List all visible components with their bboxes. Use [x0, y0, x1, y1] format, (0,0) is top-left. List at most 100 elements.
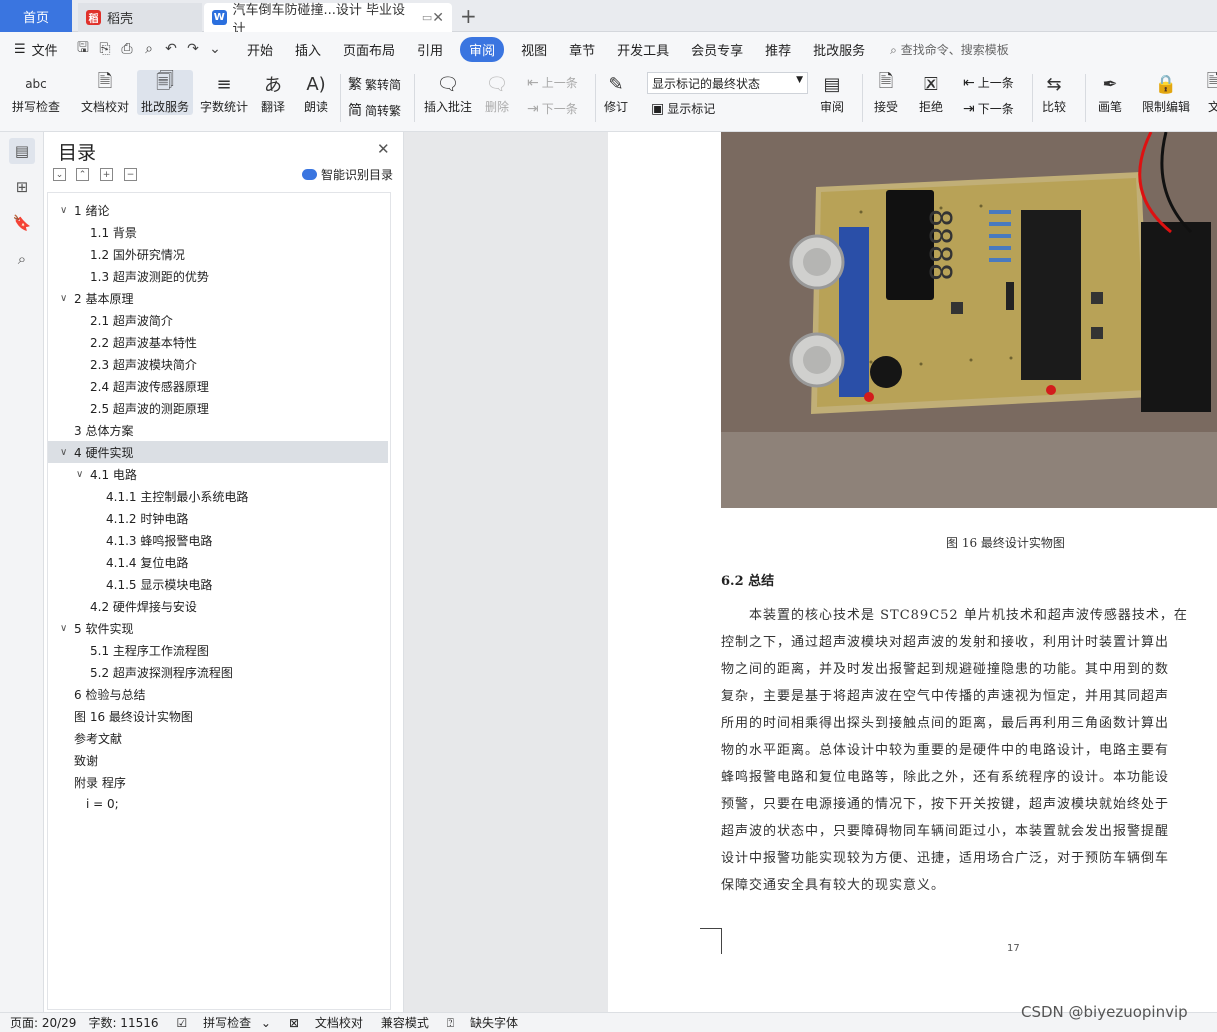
word-count-indicator[interactable]: 字数: 11516 — [88, 1014, 158, 1031]
toc-item[interactable]: 5.2 超声波探测程序流程图 — [48, 661, 388, 683]
menu-review[interactable]: 审阅 — [460, 36, 505, 62]
chevron-down-icon[interactable]: ∨ — [60, 205, 74, 216]
toc-item[interactable]: 4.2 硬件焊接与安设 — [48, 595, 388, 617]
toc-item[interactable]: 图 16 最终设计实物图 — [48, 705, 388, 727]
toc-item[interactable]: 2.4 超声波传感器原理 — [48, 375, 388, 397]
export-icon[interactable]: ⎘ — [94, 41, 116, 57]
spell-check-button[interactable]: abc 拼写检查 — [12, 70, 60, 115]
next-change-button[interactable]: ⇥ 下一条 — [963, 100, 1014, 117]
save-icon[interactable]: 🖫 — [72, 37, 94, 61]
add-tab-icon[interactable]: + — [460, 4, 477, 28]
remove-heading-icon[interactable]: − — [124, 168, 137, 181]
bookmark-icon[interactable]: 🔖 — [9, 210, 35, 236]
show-markup-button[interactable]: ▣ 显示标记 — [651, 100, 715, 117]
monitor-icon[interactable]: ▭ — [422, 11, 432, 24]
more-icon[interactable]: ⌄ — [204, 41, 226, 57]
simp-to-trad-button[interactable]: 简简转繁 — [348, 100, 401, 120]
proofread-button[interactable]: 🗎 文档校对 — [81, 70, 129, 115]
restrict-edit-button[interactable]: 🔒 限制编辑 — [1142, 70, 1190, 115]
command-search[interactable]: ⌕ 查找命令、搜索模板 — [890, 41, 1009, 58]
status-spell-check[interactable]: ☑ 拼写检查 ⌄ — [171, 1014, 271, 1031]
compat-mode[interactable]: 兼容模式 — [381, 1014, 429, 1031]
smart-toc-button[interactable]: 智能识别目录 — [302, 166, 393, 183]
expand-up-icon[interactable]: ⌃ — [76, 168, 89, 181]
chevron-down-icon[interactable]: ∨ — [60, 623, 74, 634]
close-icon[interactable]: ✕ — [377, 140, 390, 158]
collapse-all-icon[interactable]: ⌄ — [53, 168, 66, 181]
menu-correction[interactable]: 批改服务 — [813, 40, 865, 59]
chevron-down-icon[interactable]: ∨ — [60, 447, 74, 458]
menu-insert[interactable]: 插入 — [295, 40, 321, 59]
toc-item[interactable]: 1.3 超声波测距的优势 — [48, 265, 388, 287]
toc-item[interactable]: 4.1.3 蜂鸣报警电路 — [48, 529, 388, 551]
toc-item[interactable]: 2.1 超声波简介 — [48, 309, 388, 331]
search-icon[interactable]: ⌕ — [9, 246, 35, 272]
tab-document[interactable]: W 汽车倒车防碰撞...设计 毕业设计 ▭ ✕ — [204, 3, 452, 37]
toc-panel-icon[interactable]: ▤ — [9, 138, 35, 164]
status-proofread[interactable]: ⊠ 文档校对 — [283, 1014, 369, 1031]
toc-item[interactable]: 4.1.4 复位电路 — [48, 551, 388, 573]
pen-button[interactable]: ✒ 画笔 — [1096, 70, 1124, 115]
toc-item[interactable]: i = 0; — [48, 793, 388, 815]
correction-service-button[interactable]: 🗐 批改服务 — [137, 70, 194, 115]
next-comment-button[interactable]: ⇥ 下一条 — [527, 100, 578, 117]
toc-item[interactable]: 2.5 超声波的测距原理 — [48, 397, 388, 419]
compare-button[interactable]: ⇆ 比较 — [1040, 70, 1068, 115]
review-pane-button[interactable]: ▤ 审阅 — [818, 70, 846, 115]
toc-item[interactable]: ∨ 4 硬件实现 — [48, 441, 388, 463]
toc-item[interactable]: 附录 程序 — [48, 771, 388, 793]
page-indicator[interactable]: 页面: 20/29 — [10, 1014, 76, 1031]
read-aloud-button[interactable]: A) 朗读 — [302, 70, 330, 115]
toc-item[interactable]: 致谢 — [48, 749, 388, 771]
word-count-button[interactable]: ≡ 字数统计 — [200, 70, 248, 115]
toc-item[interactable]: 6 检验与总结 — [48, 683, 388, 705]
close-icon[interactable]: ✕ — [432, 10, 444, 26]
prev-comment-button[interactable]: ⇤ 上一条 — [527, 74, 578, 91]
tab-home[interactable]: 首页 — [0, 0, 72, 32]
document-button[interactable]: 🗎 文 — [1200, 70, 1217, 115]
preview-icon[interactable]: ⌕ — [138, 41, 160, 57]
toc-item[interactable]: 3 总体方案 — [48, 419, 388, 441]
chevron-down-icon[interactable]: ∨ — [76, 469, 90, 480]
print-icon[interactable]: ⎙ — [116, 41, 138, 57]
accept-button[interactable]: 🗎 接受 — [872, 70, 900, 115]
toc-item[interactable]: 1.1 背景 — [48, 221, 388, 243]
menu-layout[interactable]: 页面布局 — [343, 40, 395, 59]
insert-comment-button[interactable]: 🗨 插入批注 — [424, 70, 472, 115]
toc-item[interactable]: ∨ 4.1 电路 — [48, 463, 388, 485]
tab-daoke[interactable]: 稻 稻壳 — [78, 3, 202, 32]
toc-item[interactable]: 参考文献 — [48, 727, 388, 749]
menu-devtools[interactable]: 开发工具 — [617, 40, 669, 59]
chapter-nav-icon[interactable]: ⊞ — [9, 174, 35, 200]
trad-to-simp-button[interactable]: 繁繁转简 — [348, 74, 401, 94]
prev-change-button[interactable]: ⇤ 上一条 — [963, 74, 1014, 91]
toc-item[interactable]: 2.2 超声波基本特性 — [48, 331, 388, 353]
menu-recommend[interactable]: 推荐 — [765, 40, 791, 59]
undo-icon[interactable]: ↶ — [160, 41, 182, 57]
toc-item[interactable]: 2.3 超声波模块简介 — [48, 353, 388, 375]
toc-item[interactable]: ∨ 5 软件实现 — [48, 617, 388, 639]
redo-icon[interactable]: ↷ — [182, 41, 204, 57]
delete-comment-button[interactable]: 🗨 删除 — [483, 70, 511, 115]
toc-item[interactable]: 4.1.2 时钟电路 — [48, 507, 388, 529]
menu-start[interactable]: 开始 — [247, 40, 273, 59]
toc-item[interactable]: 5.1 主程序工作流程图 — [48, 639, 388, 661]
toc-item[interactable]: ∨ 2 基本原理 — [48, 287, 388, 309]
menu-reference[interactable]: 引用 — [417, 40, 443, 59]
chevron-down-icon[interactable]: ∨ — [60, 293, 74, 304]
missing-font[interactable]: ⍰ 缺失字体 — [441, 1014, 524, 1031]
add-heading-icon[interactable]: + — [100, 168, 113, 181]
summary-paragraph[interactable]: 本装置的核心技术是 STC89C52 单片机技术和超声波传感器技术，在 控制之下，… — [721, 602, 1217, 899]
revise-button[interactable]: ✎ 修订 — [602, 70, 630, 115]
menu-view[interactable]: 视图 — [521, 40, 547, 59]
reject-button[interactable]: 🗷 拒绝 — [917, 70, 945, 115]
toc-item[interactable]: 4.1.5 显示模块电路 — [48, 573, 388, 595]
translate-button[interactable]: あ翻译 — [259, 70, 287, 115]
markup-state-dropdown[interactable]: 显示标记的最终状态 ▼ — [647, 72, 808, 94]
toc-item[interactable]: 1.2 国外研究情况 — [48, 243, 388, 265]
file-menu[interactable]: ☰ 文件 — [0, 40, 72, 59]
toc-item[interactable]: 4.1.1 主控制最小系统电路 — [48, 485, 388, 507]
toc-item[interactable]: ∨ 1 绪论 — [48, 199, 388, 221]
menu-chapter[interactable]: 章节 — [569, 40, 595, 59]
menu-member[interactable]: 会员专享 — [691, 40, 743, 59]
